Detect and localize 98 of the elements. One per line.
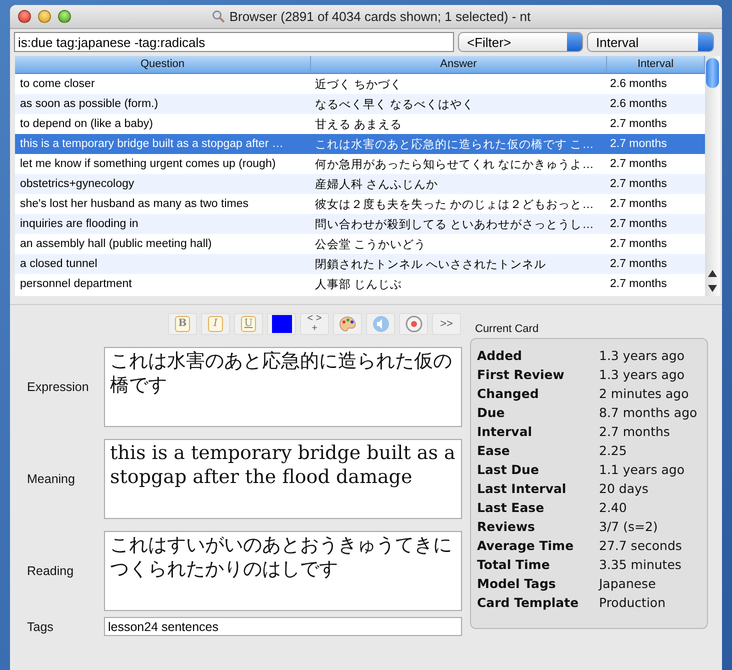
stat-value: 8.7 months ago bbox=[599, 405, 698, 420]
search-icon bbox=[212, 10, 226, 23]
stat-value: 3.35 minutes bbox=[599, 557, 682, 572]
table-cell-text: なるべく早く なるべくはやく bbox=[314, 98, 476, 112]
editor-field[interactable]: これはすいがいのあとおうきゅうてきにつくられたかりのはしです bbox=[104, 531, 462, 611]
table-cell-text: 2.7 months bbox=[609, 238, 668, 250]
table-row[interactable]: as soon as possible (form.) なるべく早く なるべくはやく 2.6 months bbox=[15, 94, 705, 114]
table-cell-text: a closed tunnel bbox=[19, 258, 98, 270]
stat-value: 20 days bbox=[599, 481, 648, 496]
stat-value: 2.7 months bbox=[599, 424, 670, 439]
table-cell-text: 何か急用があったら知らせてくれ なにかきゅうよ… bbox=[314, 158, 595, 172]
column-header[interactable]: Answer bbox=[311, 56, 607, 73]
table-cell-text: 2.6 months bbox=[609, 78, 668, 90]
stat-label: Last Interval bbox=[477, 481, 568, 496]
search-field[interactable]: is:due tag:japanese -tag:radicals bbox=[14, 32, 454, 52]
editor-field[interactable]: これは水害のあと応急的に造られた仮の橋です bbox=[104, 347, 462, 427]
stat-value: 2 minutes ago bbox=[599, 386, 689, 401]
palette-icon bbox=[338, 316, 356, 332]
field-label: Expression bbox=[26, 380, 90, 394]
panel-title: Current Card bbox=[474, 322, 540, 337]
table-cell-text: 2.7 months bbox=[609, 278, 668, 290]
table-cell-text: 人事部 じんじぶ bbox=[314, 277, 404, 292]
stat-value: Production bbox=[599, 595, 666, 610]
close-button[interactable] bbox=[18, 10, 31, 23]
table-cell-text: to come closer bbox=[19, 78, 96, 90]
stat-label: First Review bbox=[477, 367, 566, 382]
stat-value: Japanese bbox=[599, 576, 656, 591]
table-cell-text: to depend on (like a baby) bbox=[19, 118, 154, 130]
speaker-icon bbox=[372, 315, 390, 333]
sort-dropdown[interactable]: Interval bbox=[587, 32, 714, 52]
column-header[interactable]: Question bbox=[15, 56, 311, 73]
stat-label: Total Time bbox=[477, 557, 551, 572]
field-label: Reading bbox=[26, 564, 75, 578]
table-cell-text: an assembly hall (public meeting hall) bbox=[19, 238, 213, 250]
text-color-button[interactable] bbox=[267, 313, 296, 335]
palette-button[interactable] bbox=[333, 313, 362, 335]
table-cell-text: 2.7 months bbox=[609, 138, 668, 150]
minimize-button[interactable] bbox=[38, 10, 51, 23]
table-cell-text: 甘える あまえる bbox=[314, 118, 404, 132]
stat-label: Added bbox=[477, 348, 523, 363]
table-cell-text: 彼女は２度も夫を失った かのじょは２どもおっと… bbox=[314, 198, 595, 212]
stat-label: Due bbox=[477, 405, 506, 420]
table-cell-text: これは水害のあと応急的に造られた仮の橋です こ… bbox=[314, 137, 595, 152]
table-cell-text: 2.7 months bbox=[609, 118, 668, 130]
table-cell-text: 2.6 months bbox=[609, 98, 668, 110]
scroll-up-icon[interactable] bbox=[708, 270, 717, 277]
table-cell-text: 2.7 months bbox=[609, 158, 668, 170]
table-row[interactable]: this is a temporary bridge built as a stopgap after … これは水害のあと応急的に造られた仮の橋です こ… 2.7 months bbox=[15, 134, 705, 154]
stat-label: Last Due bbox=[477, 462, 540, 477]
stat-label: Reviews bbox=[477, 519, 536, 534]
table-cell-text: 産婦人科 さんふじんか bbox=[314, 177, 440, 192]
table-cell-text: 2.7 months bbox=[609, 218, 668, 230]
table-cell-text: obstetrics+gynecology bbox=[19, 178, 136, 190]
cloze-button[interactable]: < > + bbox=[300, 313, 329, 335]
table-row[interactable]: inquiries are flooding in 問い合わせが殺到してる といあわせがさっとうし… 2.7 months bbox=[15, 214, 705, 234]
table-cell-text: 2.7 months bbox=[609, 258, 668, 270]
table-cell-text: 閉鎖されたトンネル へいさされたトンネル bbox=[314, 258, 548, 272]
stat-label: Last Ease bbox=[477, 500, 546, 515]
stat-label: Model Tags bbox=[477, 576, 557, 591]
stat-value: 1.3 years ago bbox=[599, 367, 684, 382]
zoom-button[interactable] bbox=[58, 10, 71, 23]
stat-value: 2.40 bbox=[599, 500, 627, 515]
table-row[interactable]: a closed tunnel 閉鎖されたトンネル へいさされたトンネル 2.7 months bbox=[15, 254, 705, 274]
stat-label: Ease bbox=[477, 443, 511, 458]
stat-value: 2.25 bbox=[599, 443, 627, 458]
stat-label: Average Time bbox=[477, 538, 575, 553]
scrollbar[interactable] bbox=[705, 56, 720, 296]
table-cell-text: let me know if something urgent comes up (rough) bbox=[19, 158, 277, 170]
table-cell-text: 2.7 months bbox=[609, 178, 668, 190]
window-title: Browser (2891 of 4034 cards shown; 1 selected) - nt bbox=[229, 9, 531, 24]
field-label: Meaning bbox=[26, 472, 76, 486]
table-cell-text: 問い合わせが殺到してる といあわせがさっとうし… bbox=[314, 218, 595, 232]
table-cell-text: personnel department bbox=[19, 278, 133, 290]
stat-label: Changed bbox=[477, 386, 540, 401]
table-cell-text: 近づく ちかづく bbox=[314, 78, 404, 92]
field-label: Tags bbox=[26, 620, 54, 634]
scroll-down-icon[interactable] bbox=[708, 285, 717, 292]
table-cell-text: this is a temporary bridge built as a stopgap after … bbox=[19, 138, 284, 150]
stat-value: 1.1 years ago bbox=[599, 462, 684, 477]
editor-field[interactable]: this is a temporary bridge built as a stopgap after the flood damage bbox=[104, 439, 462, 519]
record-button[interactable] bbox=[399, 313, 428, 335]
record-icon bbox=[404, 315, 422, 333]
sound-button[interactable] bbox=[366, 313, 395, 335]
stat-value: 3/7 (s=2) bbox=[599, 519, 658, 534]
filter-dropdown[interactable]: <Filter> bbox=[458, 32, 583, 52]
table-row[interactable]: obstetrics+gynecology 産婦人科 さんふじんか 2.7 months bbox=[15, 174, 705, 194]
table-cell-text: as soon as possible (form.) bbox=[19, 98, 160, 110]
tags-field[interactable]: lesson24 sentences bbox=[104, 617, 462, 636]
stat-label: Card Template bbox=[477, 595, 580, 610]
stat-value: 27.7 seconds bbox=[599, 538, 682, 553]
table-cell-text: 公会堂 こうかいどう bbox=[314, 238, 428, 252]
more-button[interactable]: >> bbox=[432, 313, 461, 335]
stat-label: Interval bbox=[477, 424, 534, 439]
table-cell-text: she's lost her husband as many as two times bbox=[19, 198, 250, 210]
table-cell-text: inquiries are flooding in bbox=[19, 218, 140, 230]
scroll-thumb[interactable] bbox=[706, 58, 719, 88]
table-cell-text: 2.7 months bbox=[609, 198, 668, 210]
stat-value: 1.3 years ago bbox=[599, 348, 684, 363]
